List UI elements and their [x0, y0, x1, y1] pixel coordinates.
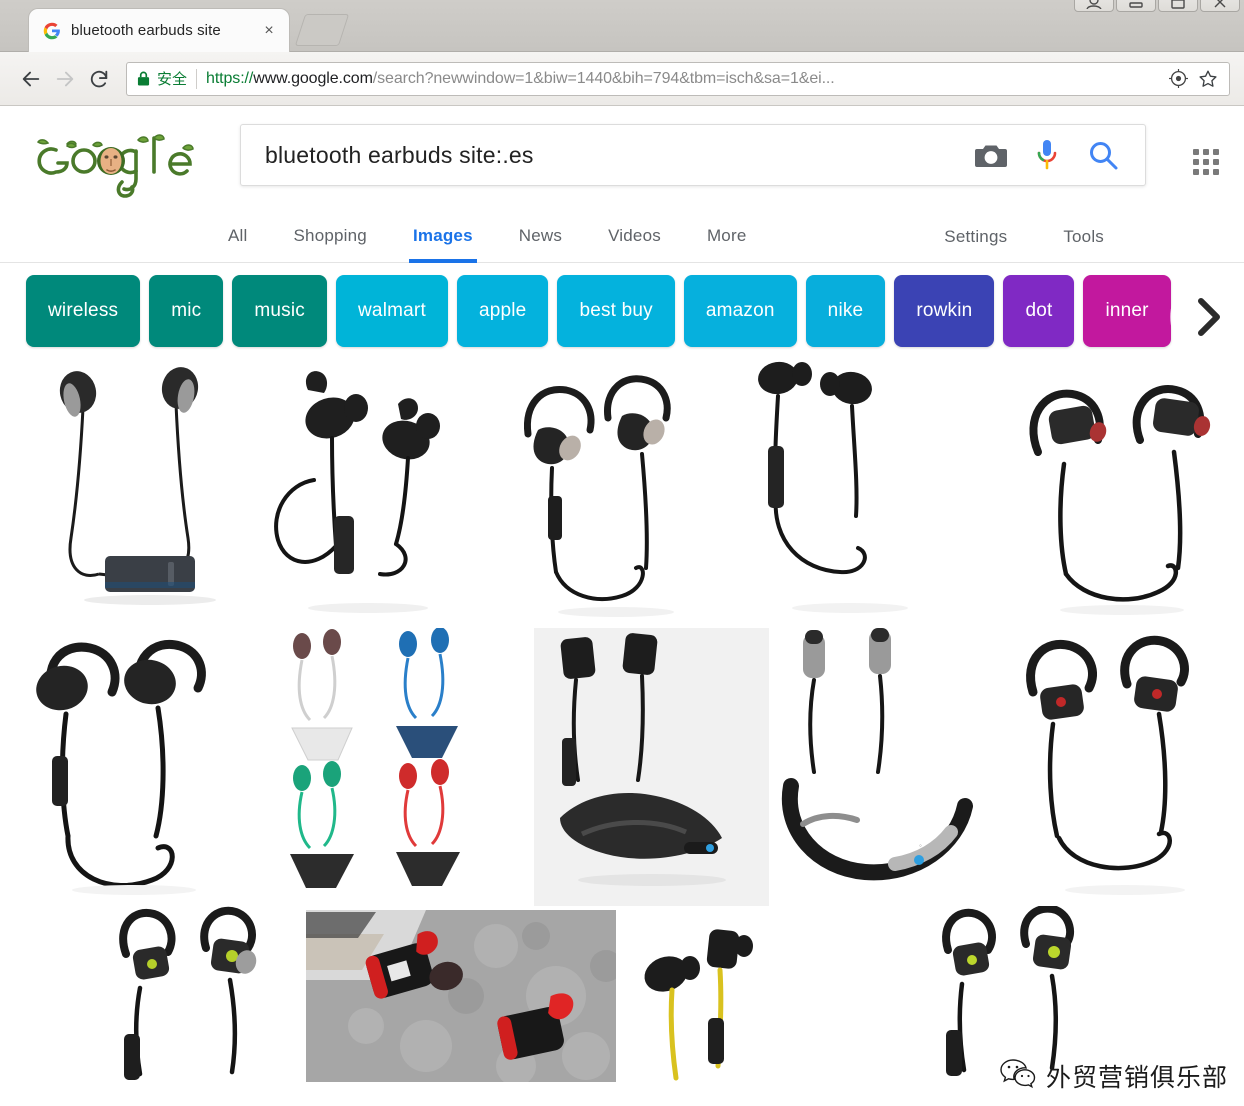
image-result-tile[interactable] — [492, 356, 740, 628]
image-result-tile[interactable] — [306, 906, 616, 1082]
image-results-row: ◦ — [0, 628, 1244, 906]
apps-grid-icon[interactable] — [1188, 144, 1222, 178]
watermark: 外贸营销俱乐部 — [1000, 1057, 1228, 1094]
profile-button[interactable] — [1074, 0, 1114, 12]
apps-dot — [1213, 149, 1219, 155]
google-header: bluetooth earbuds site:.es — [0, 106, 1244, 210]
image-results-grid: ◦ — [0, 356, 1244, 1082]
image-result-tile[interactable] — [268, 628, 534, 906]
address-bar-url: https://www.google.com/search?newwindow=… — [206, 70, 1163, 88]
apps-dot — [1193, 159, 1199, 165]
image-result-tile[interactable]: ◦ — [769, 628, 1007, 906]
minimize-button[interactable] — [1116, 0, 1156, 12]
wechat-icon — [1000, 1057, 1036, 1094]
chip-best-buy[interactable]: best buy — [557, 274, 675, 347]
chip-nike[interactable]: nike — [805, 274, 886, 347]
image-result-tile[interactable] — [926, 906, 1244, 1082]
image-result-tile[interactable] — [0, 628, 268, 906]
browser-titlebar: bluetooth earbuds site × — [0, 0, 1244, 52]
target-icon[interactable] — [1163, 64, 1193, 94]
image-result-tile[interactable] — [740, 356, 992, 628]
tools-button[interactable]: Tools — [1063, 210, 1104, 263]
reload-button[interactable] — [82, 62, 116, 96]
apps-dot — [1203, 149, 1209, 155]
tab-all[interactable]: All — [228, 210, 248, 263]
tab-shopping[interactable]: Shopping — [294, 210, 367, 263]
image-result-tile[interactable] — [0, 356, 248, 628]
google-doodle[interactable] — [26, 124, 196, 200]
image-result-tile[interactable] — [0, 906, 306, 1082]
chevron-right-icon[interactable] — [1170, 279, 1244, 355]
chip-inner[interactable]: inner — [1083, 274, 1171, 347]
secure-label: 安全 — [157, 70, 188, 88]
related-chips-bar: wireless mic music walmart apple best bu… — [0, 263, 1244, 356]
browser-tabstrip: bluetooth earbuds site × — [0, 0, 1244, 52]
apps-dot — [1193, 169, 1199, 175]
chip-walmart[interactable]: walmart — [336, 274, 448, 347]
apps-dot — [1193, 149, 1199, 155]
browser-tab[interactable]: bluetooth earbuds site × — [28, 8, 290, 52]
image-result-tile[interactable] — [1007, 628, 1244, 906]
tab-more[interactable]: More — [707, 210, 747, 263]
svg-text:◦: ◦ — [919, 841, 922, 850]
omnibox-divider — [196, 68, 198, 89]
image-result-tile[interactable] — [248, 356, 492, 628]
tab-images[interactable]: Images — [408, 210, 477, 263]
address-bar[interactable]: 安全 https://www.google.com/search?newwind… — [126, 61, 1230, 96]
settings-button[interactable]: Settings — [944, 210, 1007, 263]
tab-close-icon[interactable]: × — [259, 21, 279, 41]
image-results-row — [0, 906, 1244, 1082]
lock-icon — [137, 71, 150, 86]
chip-wireless[interactable]: wireless — [26, 274, 141, 347]
tab-videos[interactable]: Videos — [608, 210, 661, 263]
new-tab-button[interactable] — [294, 14, 350, 46]
tab-news[interactable]: News — [519, 210, 562, 263]
chip-music[interactable]: music — [232, 274, 328, 347]
image-results-row — [0, 356, 1244, 628]
image-result-tile[interactable] — [992, 356, 1244, 628]
apps-dot — [1213, 169, 1219, 175]
google-images-page: bluetooth earbuds site:.es All Shopping … — [0, 106, 1244, 1106]
apps-dot — [1213, 159, 1219, 165]
back-button[interactable] — [14, 62, 48, 96]
chip-rowkin[interactable]: rowkin — [894, 274, 995, 347]
search-box[interactable]: bluetooth earbuds site:.es — [240, 124, 1146, 186]
window-controls — [1074, 0, 1240, 12]
microphone-icon[interactable] — [1019, 133, 1075, 177]
google-favicon-icon — [43, 22, 61, 40]
camera-icon[interactable] — [963, 133, 1019, 177]
close-window-button[interactable] — [1200, 0, 1240, 12]
chip-mic[interactable]: mic — [149, 274, 224, 347]
search-tools-group: Settings Tools — [888, 210, 1244, 263]
chip-dot[interactable]: dot — [1003, 274, 1075, 347]
url-path: /search?newwindow=1&biw=1440&bih=794&tbm… — [372, 69, 835, 87]
url-host: www.google.com — [253, 69, 373, 87]
browser-toolbar: 安全 https://www.google.com/search?newwind… — [0, 52, 1244, 106]
chip-amazon[interactable]: amazon — [683, 274, 797, 347]
chip-apple[interactable]: apple — [456, 274, 549, 347]
apps-dot — [1203, 169, 1209, 175]
maximize-button[interactable] — [1158, 0, 1198, 12]
forward-button[interactable] — [48, 62, 82, 96]
star-icon[interactable] — [1193, 64, 1223, 94]
search-input[interactable]: bluetooth earbuds site:.es — [265, 142, 963, 169]
watermark-text: 外贸营销俱乐部 — [1045, 1062, 1228, 1092]
search-icon[interactable] — [1075, 133, 1131, 177]
image-result-tile[interactable] — [616, 906, 926, 1082]
image-result-tile[interactable] — [534, 628, 769, 906]
apps-dot — [1203, 159, 1209, 165]
browser-tab-title: bluetooth earbuds site — [71, 22, 221, 39]
url-scheme: https:// — [206, 69, 254, 87]
search-tabs: All Shopping Images News Videos More Set… — [0, 210, 1244, 263]
